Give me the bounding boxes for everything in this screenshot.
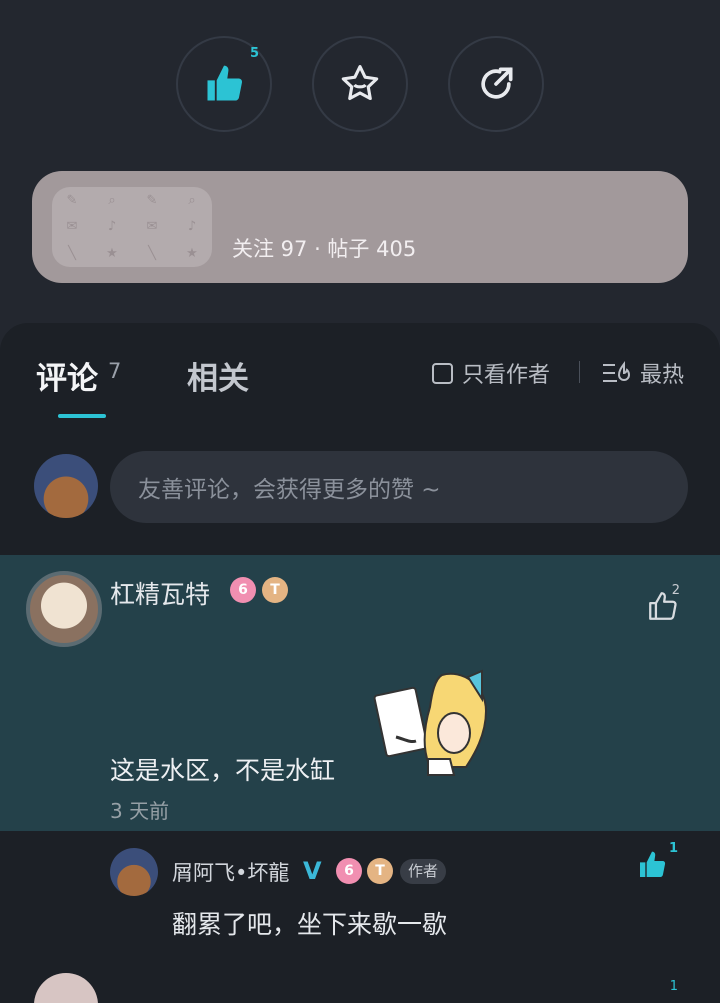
author-only-toggle[interactable]: 只看作者 [432, 357, 550, 389]
post-action-bar: 5 [0, 36, 720, 132]
sort-label: 最热 [640, 363, 685, 388]
title-badge: T [262, 577, 288, 603]
sort-hot-button[interactable]: 最热 [602, 357, 684, 389]
active-tab-indicator [58, 414, 106, 418]
title-badge: T [367, 858, 393, 884]
comment-input[interactable]: 友善评论，会获得更多的赞 ~ [110, 451, 688, 523]
commenter-avatar[interactable] [26, 571, 102, 647]
comments-panel: 评论 7 相关 只看作者 最热 友善评论，会获得更多的赞 ~ 杠精瓦特 6 T … [0, 323, 720, 1003]
reply-text: 翻累了吧，坐下来歇一歇 [172, 910, 448, 939]
author-only-label: 只看作者 [462, 363, 551, 388]
card-pattern-thumbnail: ✎ ⌕ ✎ ⌕ ✉ ♪ ✉ ♪ ╲ ★ ╲ ★ [52, 187, 212, 267]
thumbs-up-icon [207, 65, 243, 101]
reply-item[interactable]: 屑阿飞•坏龍 V 6 T 作者 翻累了吧，坐下来歇一歇 1 [0, 831, 720, 951]
anime-sticker-image [373, 669, 488, 776]
comment-tabbar: 评论 7 相关 只看作者 最热 [0, 323, 720, 423]
author-card[interactable]: ✎ ⌕ ✎ ⌕ ✉ ♪ ✉ ♪ ╲ ★ ╲ ★ 关注 97 · 帖子 405 [32, 171, 688, 283]
share-icon [481, 67, 513, 99]
level-badge: 6 [336, 858, 362, 884]
author-stats: 关注 97 · 帖子 405 [232, 237, 417, 261]
replier-avatar[interactable] [110, 848, 158, 896]
comment-text: 这是水区，不是水缸 [110, 756, 336, 785]
share-button[interactable] [448, 36, 544, 132]
commenter-name[interactable]: 杠精瓦特 [110, 575, 210, 611]
like-count-badge: 5 [250, 46, 260, 61]
replier-name[interactable]: 屑阿飞•坏龍 [172, 857, 289, 887]
tab-comments[interactable]: 评论 [36, 353, 98, 398]
next-comment-like-count: 1 [669, 979, 678, 994]
comment-like-count: 2 [671, 583, 680, 598]
level-badge: 6 [230, 577, 256, 603]
reply-like-icon[interactable] [636, 849, 668, 881]
tab-divider [579, 361, 580, 383]
comment-item[interactable]: 杠精瓦特 6 T 2 这是水区，不是水缸 3 天前 [0, 555, 720, 831]
favorite-button[interactable] [312, 36, 408, 132]
author-only-checkbox[interactable] [432, 362, 453, 384]
sort-icon [603, 361, 631, 382]
comments-count: 7 [108, 359, 122, 383]
reply-like-count: 1 [668, 841, 678, 856]
like-button[interactable]: 5 [176, 36, 272, 132]
next-commenter-avatar[interactable] [34, 973, 98, 1003]
comment-composer: 友善评论，会获得更多的赞 ~ [0, 451, 720, 523]
star-icon [341, 65, 379, 101]
author-tag: 作者 [400, 859, 447, 884]
self-avatar [34, 454, 98, 518]
verified-icon: V [303, 857, 322, 885]
comment-time: 3 天前 [110, 799, 170, 823]
tab-related[interactable]: 相关 [187, 353, 249, 398]
